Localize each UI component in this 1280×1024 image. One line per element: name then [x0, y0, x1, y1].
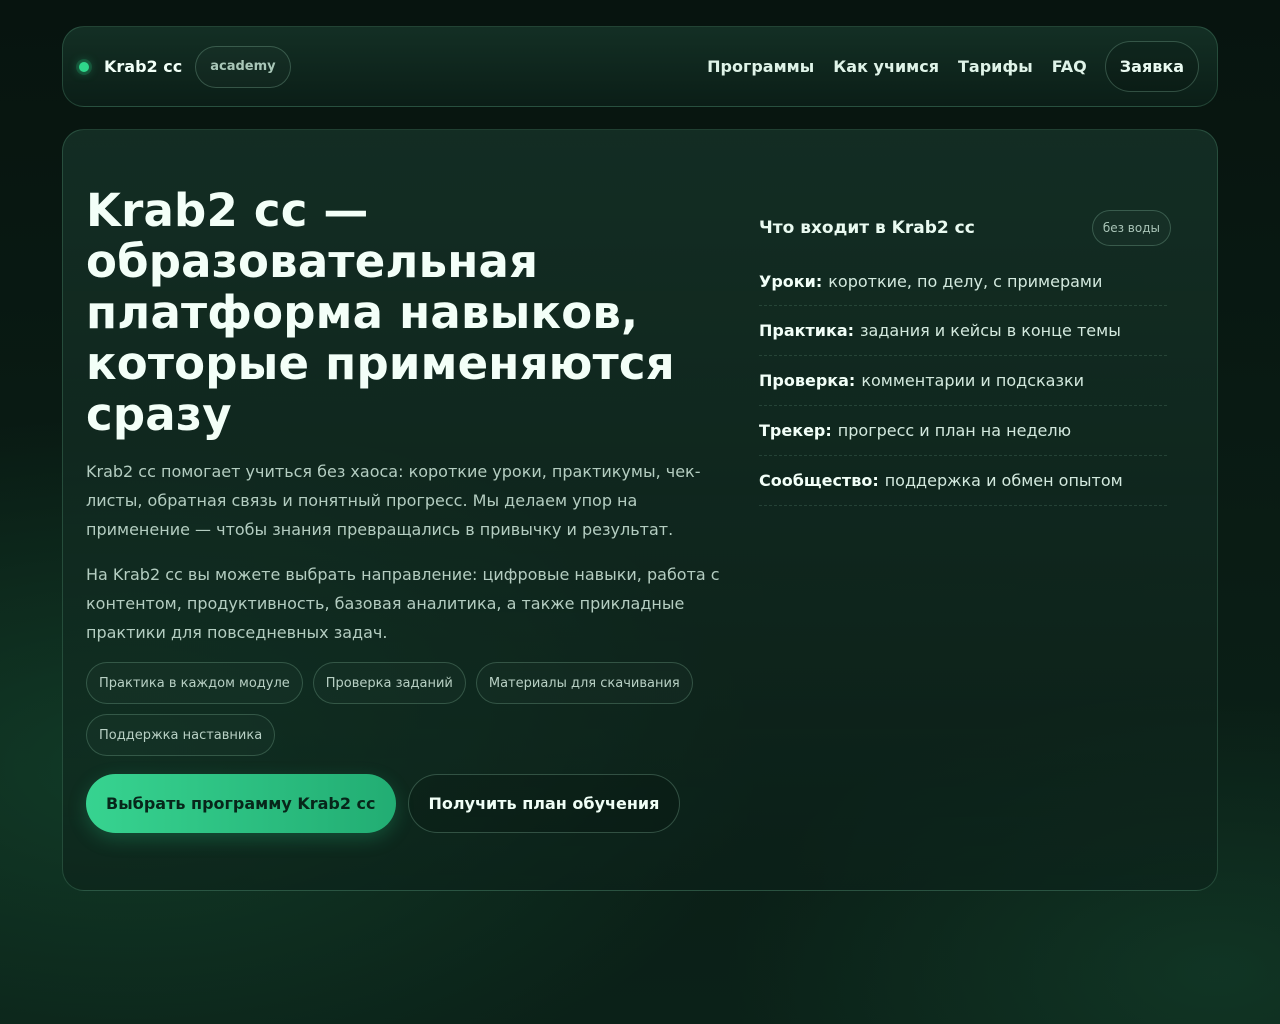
- hero-card: Krab2 cc — образовательная платформа нав…: [62, 129, 1218, 891]
- brand-name[interactable]: Krab2 cc: [104, 57, 182, 76]
- top-navigation-bar: Krab2 cc academy Программы Как учимся Та…: [62, 26, 1218, 107]
- nav-link-pricing[interactable]: Тарифы: [958, 57, 1033, 76]
- item-text: поддержка и обмен опытом: [884, 471, 1123, 490]
- whats-included-title: Что входит в Krab2 cc: [759, 218, 975, 238]
- list-item: Сообщество: поддержка и обмен опытом: [759, 456, 1167, 506]
- brand[interactable]: Krab2 cc academy: [79, 45, 291, 88]
- item-key: Практика:: [759, 321, 855, 340]
- item-key: Уроки:: [759, 272, 823, 291]
- hero-directions-text: На Krab2 cc вы можете выбрать направлени…: [86, 565, 720, 642]
- item-key: Сообщество:: [759, 471, 879, 490]
- academy-badge: academy: [195, 45, 291, 88]
- hero-actions: Выбрать программу Krab2 cc Получить план…: [86, 774, 726, 833]
- item-text: короткие, по делу, с примерами: [828, 272, 1103, 291]
- whats-included-panel: Что входит в Krab2 cc без воды Уроки: ко…: [759, 210, 1171, 506]
- application-button[interactable]: Заявка: [1104, 41, 1199, 92]
- list-item: Уроки: короткие, по делу, с примерами: [759, 266, 1167, 306]
- list-item: Практика: задания и кейсы в конце темы: [759, 306, 1167, 356]
- nav-link-faq[interactable]: FAQ: [1052, 57, 1087, 76]
- nav-link-how-we-learn[interactable]: Как учимся: [833, 57, 939, 76]
- item-text: задания и кейсы в конце темы: [860, 321, 1121, 340]
- chip-review: Проверка заданий: [312, 662, 466, 704]
- whats-included-header: Что входит в Krab2 cc без воды: [759, 210, 1171, 246]
- no-fluff-badge: без воды: [1091, 210, 1171, 246]
- hero-title: Krab2 cc — образовательная платформа нав…: [86, 184, 675, 441]
- included-list: Уроки: короткие, по делу, с примерами Пр…: [759, 266, 1167, 506]
- hero-description: Krab2 cc помогает учиться без хаоса: кор…: [86, 462, 701, 539]
- chip-mentor: Поддержка наставника: [86, 714, 276, 756]
- item-key: Проверка:: [759, 371, 856, 390]
- chip-practice: Практика в каждом модуле: [86, 662, 303, 704]
- feature-chips: Практика в каждом модуле Проверка задани…: [86, 662, 726, 766]
- status-dot-icon: [79, 61, 89, 72]
- get-plan-button[interactable]: Получить план обучения: [407, 774, 681, 833]
- item-text: комментарии и подсказки: [861, 371, 1085, 390]
- main-nav: Программы Как учимся Тарифы FAQ: [707, 57, 1087, 76]
- chip-materials: Материалы для скачивания: [475, 662, 693, 704]
- item-key: Трекер:: [759, 421, 832, 440]
- list-item: Трекер: прогресс и план на неделю: [759, 406, 1167, 456]
- list-item: Проверка: комментарии и подсказки: [759, 356, 1167, 406]
- hero-content: Krab2 cc — образовательная платформа нав…: [86, 185, 726, 833]
- item-text: прогресс и план на неделю: [837, 421, 1072, 440]
- choose-program-button[interactable]: Выбрать программу Krab2 cc: [86, 774, 396, 833]
- nav-link-programs[interactable]: Программы: [707, 57, 814, 76]
